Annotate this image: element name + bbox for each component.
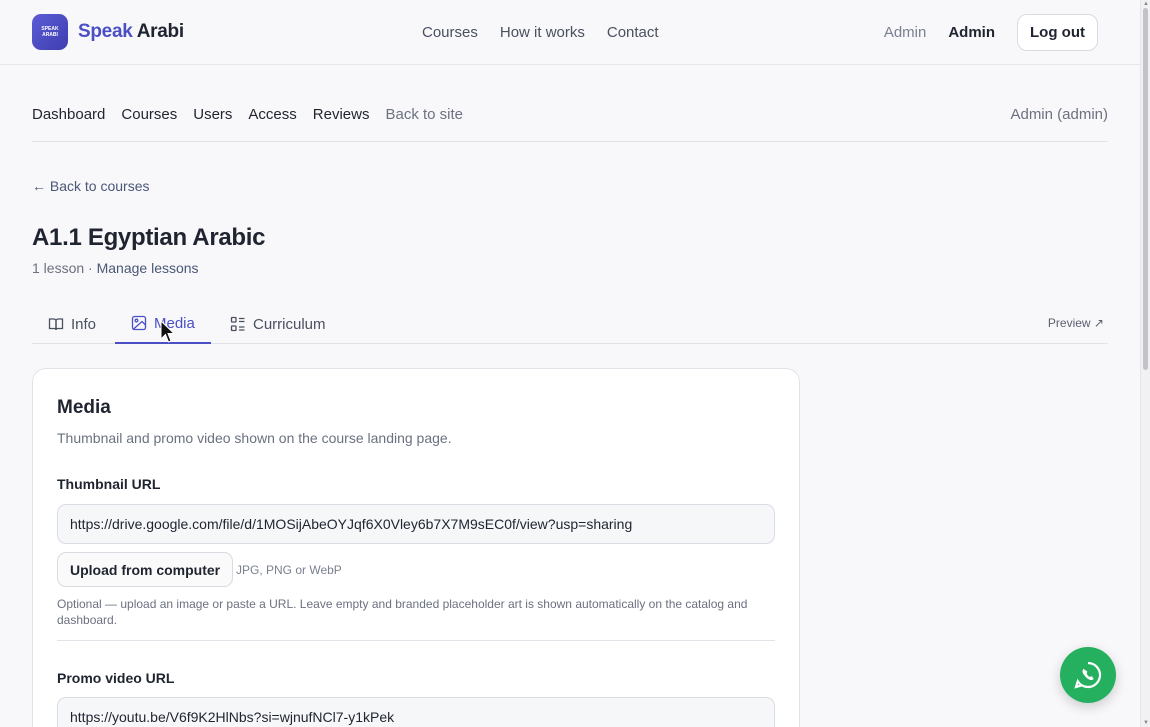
main-nav: Courses How it works Contact bbox=[422, 24, 659, 41]
nav-courses[interactable]: Courses bbox=[422, 24, 478, 41]
whatsapp-chat-button[interactable] bbox=[1060, 647, 1116, 703]
whatsapp-icon bbox=[1074, 661, 1102, 689]
course-tabs: Info Media Curriculum Preview ↗ bbox=[32, 304, 1108, 344]
tab-media[interactable]: Media bbox=[115, 304, 211, 344]
brand-name-part1: Speak bbox=[78, 21, 133, 42]
admin-current-user: Admin (admin) bbox=[1010, 106, 1108, 123]
list-icon bbox=[230, 316, 245, 332]
page-scrollbar[interactable]: ▲ ▼ bbox=[1140, 0, 1150, 727]
image-icon bbox=[131, 315, 147, 331]
brand-name: Speak Arabi bbox=[78, 21, 184, 43]
tab-media-label: Media bbox=[154, 314, 195, 332]
media-description: Thumbnail and promo video shown on the c… bbox=[57, 430, 452, 446]
user-role: Admin bbox=[883, 24, 927, 41]
course-meta: 1 lesson · Manage lessons bbox=[32, 260, 199, 276]
user-area: Admin Admin Log out bbox=[884, 14, 1098, 51]
promo-video-url-label: Promo video URL bbox=[57, 670, 175, 686]
admin-nav: Dashboard Courses Users Access Reviews B… bbox=[32, 106, 1108, 142]
page-title: A1.1 Egyptian Arabic bbox=[32, 224, 266, 251]
logo-mark-icon: SPEAK ARABI bbox=[32, 14, 68, 50]
upload-from-computer-button[interactable]: Upload from computer bbox=[57, 552, 234, 587]
site-header: SPEAK ARABI Speak Arabi Courses How it w… bbox=[0, 0, 1140, 65]
scrollbar-thumb[interactable] bbox=[1143, 8, 1148, 370]
nav-how-it-works[interactable]: How it works bbox=[500, 24, 585, 41]
admin-nav-dashboard[interactable]: Dashboard bbox=[32, 106, 105, 123]
admin-nav-courses[interactable]: Courses bbox=[121, 106, 177, 123]
tab-info[interactable]: Info bbox=[48, 304, 96, 344]
admin-nav-access[interactable]: Access bbox=[248, 106, 296, 123]
brand-logo[interactable]: SPEAK ARABI Speak Arabi bbox=[32, 14, 184, 50]
admin-nav-reviews[interactable]: Reviews bbox=[313, 106, 370, 123]
thumbnail-url-input[interactable] bbox=[57, 504, 775, 544]
back-to-site-link[interactable]: Back to site bbox=[385, 106, 463, 123]
thumbnail-url-label: Thumbnail URL bbox=[57, 476, 161, 492]
media-card: Media Thumbnail and promo video shown on… bbox=[32, 368, 800, 727]
logo-mark-text-2: ARABI bbox=[42, 32, 58, 38]
user-name[interactable]: Admin bbox=[948, 24, 995, 41]
nav-contact[interactable]: Contact bbox=[607, 24, 659, 41]
back-to-courses-link[interactable]: ← Back to courses bbox=[32, 178, 150, 194]
lesson-count: 1 lesson bbox=[32, 260, 85, 276]
divider bbox=[57, 640, 775, 641]
accepted-formats-text: JPG, PNG or WebP bbox=[236, 563, 342, 577]
tab-info-label: Info bbox=[71, 315, 97, 333]
scroll-down-icon[interactable]: ▼ bbox=[1143, 720, 1149, 726]
scroll-up-icon[interactable]: ▲ bbox=[1143, 1, 1149, 7]
logout-button[interactable]: Log out bbox=[1017, 14, 1098, 51]
book-icon bbox=[48, 318, 64, 331]
admin-nav-users[interactable]: Users bbox=[193, 106, 232, 123]
thumbnail-hint: Optional — upload an image or paste a UR… bbox=[57, 597, 748, 627]
tab-curriculum[interactable]: Curriculum bbox=[230, 304, 326, 344]
media-title: Media bbox=[57, 397, 111, 418]
manage-lessons-link[interactable]: Manage lessons bbox=[97, 260, 199, 276]
tab-curriculum-label: Curriculum bbox=[253, 315, 326, 333]
preview-link[interactable]: Preview ↗ bbox=[1048, 316, 1104, 330]
brand-name-part2: Arabi bbox=[136, 21, 184, 42]
promo-video-url-input[interactable] bbox=[57, 697, 775, 727]
meta-separator: · bbox=[88, 260, 93, 276]
